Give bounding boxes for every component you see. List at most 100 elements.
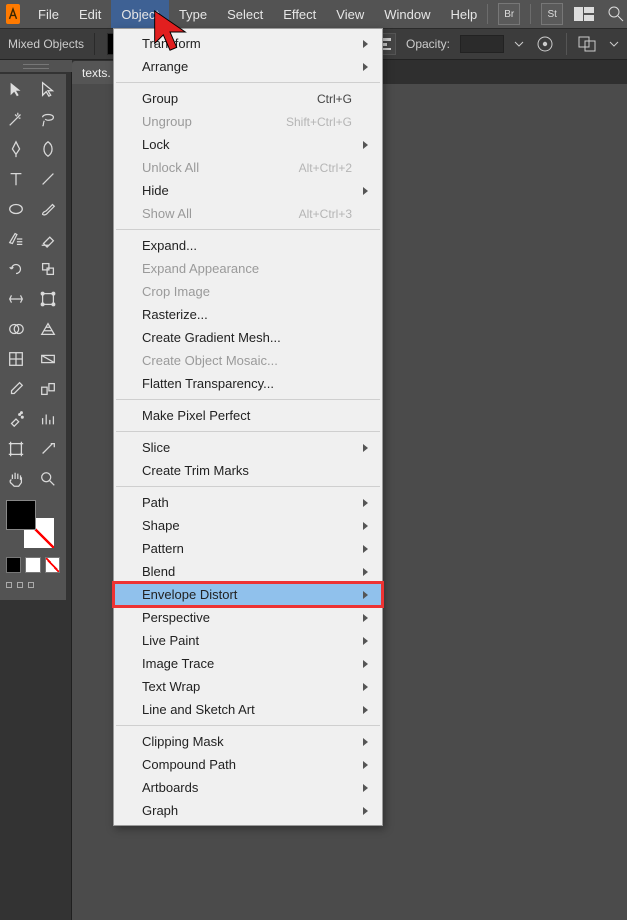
- shape-builder-tool[interactable]: [0, 314, 32, 344]
- menu-effect[interactable]: Effect: [273, 0, 326, 28]
- menu-item-create-gradient-mesh[interactable]: Create Gradient Mesh...: [114, 326, 382, 349]
- hand-tool[interactable]: [0, 464, 32, 494]
- menu-file[interactable]: File: [28, 0, 69, 28]
- menu-item-label: Arrange: [142, 59, 188, 74]
- menu-type[interactable]: Type: [169, 0, 217, 28]
- left-sidestrip: [0, 60, 72, 920]
- shaper-tool[interactable]: [0, 224, 32, 254]
- menu-item-group[interactable]: GroupCtrl+G: [114, 87, 382, 110]
- opacity-field[interactable]: [460, 35, 504, 53]
- menu-item-create-trim-marks[interactable]: Create Trim Marks: [114, 459, 382, 482]
- menu-item-graph[interactable]: Graph: [114, 799, 382, 822]
- menu-item-perspective[interactable]: Perspective: [114, 606, 382, 629]
- menu-item-expand-appearance: Expand Appearance: [114, 257, 382, 280]
- menu-separator: [116, 486, 380, 487]
- blend-tool[interactable]: [32, 374, 64, 404]
- color-mode-icon[interactable]: [6, 557, 21, 573]
- lasso-tool[interactable]: [32, 104, 64, 134]
- column-graph-tool[interactable]: [32, 404, 64, 434]
- tools-panel: [0, 74, 66, 600]
- chevron-down-icon[interactable]: [514, 39, 524, 49]
- menu-item-path[interactable]: Path: [114, 491, 382, 514]
- menu-item-label: Path: [142, 495, 169, 510]
- fill-stroke-swatch[interactable]: [6, 500, 54, 548]
- menu-item-arrange[interactable]: Arrange: [114, 55, 382, 78]
- screen-mode-icon[interactable]: [28, 582, 34, 588]
- br-app-icon[interactable]: Br: [498, 3, 520, 25]
- eraser-tool[interactable]: [32, 224, 64, 254]
- isolate-group-icon[interactable]: [577, 33, 599, 55]
- menu-item-label: Transform: [142, 36, 201, 51]
- screen-mode-icon[interactable]: [6, 582, 12, 588]
- menu-item-slice[interactable]: Slice: [114, 436, 382, 459]
- menu-item-envelope-distort[interactable]: Envelope Distort: [114, 583, 382, 606]
- menu-item-label: Blend: [142, 564, 175, 579]
- paintbrush-tool[interactable]: [32, 194, 64, 224]
- menu-item-blend[interactable]: Blend: [114, 560, 382, 583]
- type-tool[interactable]: [0, 164, 32, 194]
- menu-item-live-paint[interactable]: Live Paint: [114, 629, 382, 652]
- menu-item-shortcut: Alt+Ctrl+2: [299, 161, 352, 175]
- menu-help[interactable]: Help: [440, 0, 487, 28]
- menu-item-text-wrap[interactable]: Text Wrap: [114, 675, 382, 698]
- menu-item-label: Live Paint: [142, 633, 199, 648]
- separator: [566, 33, 567, 55]
- selection-tool[interactable]: [0, 74, 32, 104]
- rotate-tool[interactable]: [0, 254, 32, 284]
- direct-selection-tool[interactable]: [32, 74, 64, 104]
- st-app-icon[interactable]: St: [541, 3, 563, 25]
- menu-window[interactable]: Window: [374, 0, 440, 28]
- menu-item-transform[interactable]: Transform: [114, 32, 382, 55]
- workspace-layout-icon[interactable]: [573, 3, 595, 25]
- menu-item-line-and-sketch-art[interactable]: Line and Sketch Art: [114, 698, 382, 721]
- scale-tool[interactable]: [32, 254, 64, 284]
- menu-edit[interactable]: Edit: [69, 0, 111, 28]
- menu-item-pattern[interactable]: Pattern: [114, 537, 382, 560]
- menu-item-make-pixel-perfect[interactable]: Make Pixel Perfect: [114, 404, 382, 427]
- menu-select[interactable]: Select: [217, 0, 273, 28]
- menu-item-compound-path[interactable]: Compound Path: [114, 753, 382, 776]
- menu-object[interactable]: Object: [111, 0, 169, 28]
- none-mode-icon[interactable]: [45, 557, 60, 573]
- menu-item-flatten-transparency[interactable]: Flatten Transparency...: [114, 372, 382, 395]
- app-logo-icon: [6, 4, 20, 24]
- magic-wand-tool[interactable]: [0, 104, 32, 134]
- menu-item-expand[interactable]: Expand...: [114, 234, 382, 257]
- zoom-tool[interactable]: [32, 464, 64, 494]
- slice-tool[interactable]: [32, 434, 64, 464]
- menu-item-label: Compound Path: [142, 757, 236, 772]
- menu-view[interactable]: View: [326, 0, 374, 28]
- separator: [94, 33, 95, 55]
- separator: [530, 4, 531, 24]
- menu-separator: [116, 399, 380, 400]
- fill-swatch[interactable]: [6, 500, 36, 530]
- perspective-grid-tool[interactable]: [32, 314, 64, 344]
- menu-item-label: Make Pixel Perfect: [142, 408, 250, 423]
- pen-tool[interactable]: [0, 134, 32, 164]
- mesh-tool[interactable]: [0, 344, 32, 374]
- symbol-sprayer-tool[interactable]: [0, 404, 32, 434]
- tools-panel-grab[interactable]: [0, 60, 72, 72]
- gradient-mode-icon[interactable]: [25, 557, 40, 573]
- menu-item-shape[interactable]: Shape: [114, 514, 382, 537]
- eyedropper-tool[interactable]: [0, 374, 32, 404]
- menu-item-image-trace[interactable]: Image Trace: [114, 652, 382, 675]
- chevron-down-icon[interactable]: [609, 39, 619, 49]
- free-transform-tool[interactable]: [32, 284, 64, 314]
- menu-item-artboards[interactable]: Artboards: [114, 776, 382, 799]
- menu-item-label: Crop Image: [142, 284, 210, 299]
- gradient-tool[interactable]: [32, 344, 64, 374]
- menu-item-hide[interactable]: Hide: [114, 179, 382, 202]
- menu-item-clipping-mask[interactable]: Clipping Mask: [114, 730, 382, 753]
- ellipse-tool[interactable]: [0, 194, 32, 224]
- style-picker-icon[interactable]: [534, 33, 556, 55]
- screen-mode-icon[interactable]: [17, 582, 23, 588]
- search-icon[interactable]: [605, 3, 627, 25]
- width-tool[interactable]: [0, 284, 32, 314]
- menu-item-label: Perspective: [142, 610, 210, 625]
- artboard-tool[interactable]: [0, 434, 32, 464]
- line-segment-tool[interactable]: [32, 164, 64, 194]
- menu-item-rasterize[interactable]: Rasterize...: [114, 303, 382, 326]
- menu-item-lock[interactable]: Lock: [114, 133, 382, 156]
- curvature-tool[interactable]: [32, 134, 64, 164]
